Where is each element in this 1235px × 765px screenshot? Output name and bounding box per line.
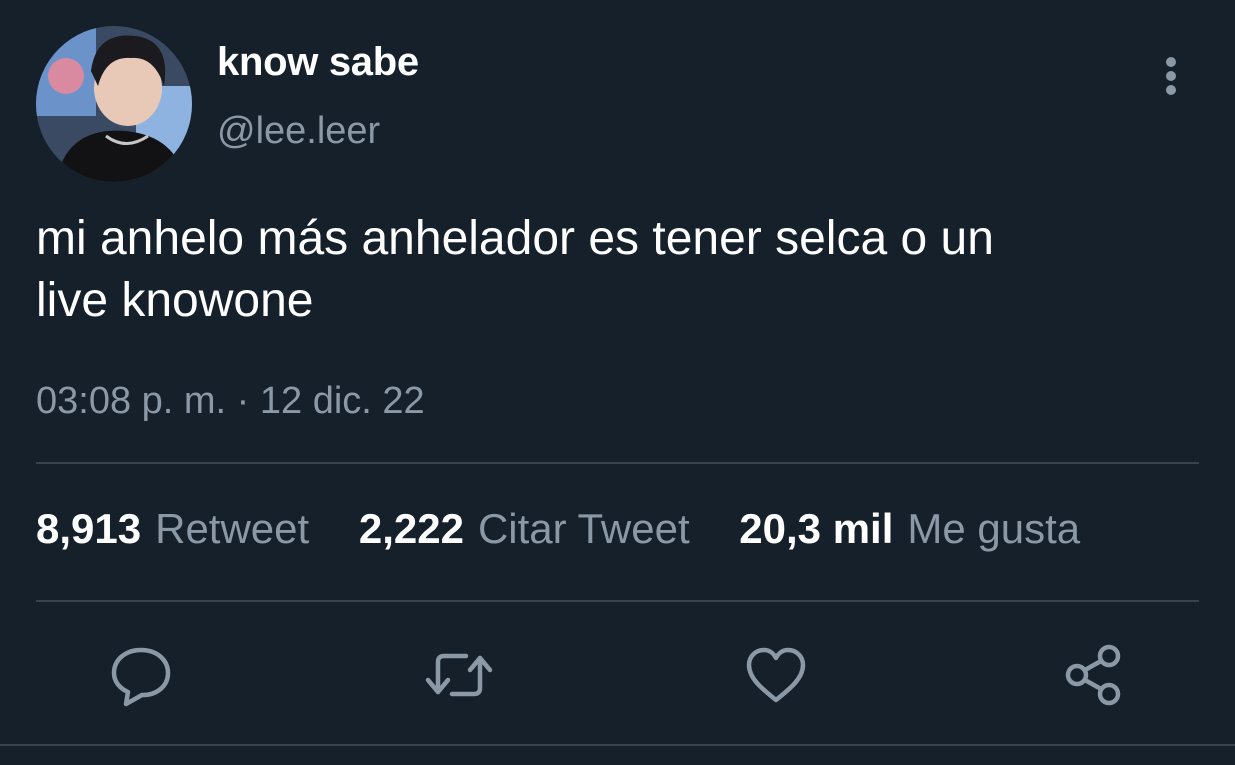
retweet-button[interactable] (424, 640, 494, 710)
tweet-text-line: live knowone (36, 274, 314, 327)
tweet-text: mi anhelo más anhelador es tener selca o… (36, 208, 1201, 332)
avatar-photo (36, 26, 192, 182)
share-icon (1065, 644, 1121, 706)
avatar[interactable] (36, 26, 192, 182)
display-name[interactable]: know sabe (217, 40, 419, 85)
reply-icon (111, 647, 171, 707)
retweets-count: 8,913 (36, 505, 142, 552)
quotes-count: 2,222 (358, 505, 464, 552)
likes-count: 20,3 mil (739, 505, 894, 552)
tweet-timestamp[interactable]: 03:08 p. m. · 12 dic. 22 (36, 380, 425, 423)
quotes-label: Citar Tweet (477, 505, 690, 552)
heart-icon (746, 647, 806, 703)
tweet-text-line: mi anhelo más anhelador es tener selca o… (36, 212, 994, 265)
likes-stat[interactable]: 20,3 mil Me gusta (739, 505, 1080, 553)
quotes-stat[interactable]: 2,222 Citar Tweet (359, 505, 690, 553)
tweet-detail: know sabe @lee.leer mi anhelo más anhela… (0, 0, 1235, 765)
retweet-icon (425, 653, 493, 697)
divider (36, 462, 1199, 464)
more-options-icon[interactable] (1156, 52, 1186, 102)
tweet-stats: 8,913 Retweet 2,222 Citar Tweet 20,3 mil Me… (36, 505, 1118, 553)
divider (0, 744, 1235, 746)
reply-button[interactable] (106, 640, 176, 710)
retweets-stat[interactable]: 8,913 Retweet (36, 505, 309, 553)
share-button[interactable] (1059, 640, 1129, 710)
retweets-label: Retweet (155, 505, 310, 552)
likes-label: Me gusta (907, 505, 1081, 552)
like-button[interactable] (741, 640, 811, 710)
user-handle[interactable]: @lee.leer (217, 110, 380, 153)
tweet-actions (0, 640, 1235, 710)
divider (36, 600, 1199, 602)
